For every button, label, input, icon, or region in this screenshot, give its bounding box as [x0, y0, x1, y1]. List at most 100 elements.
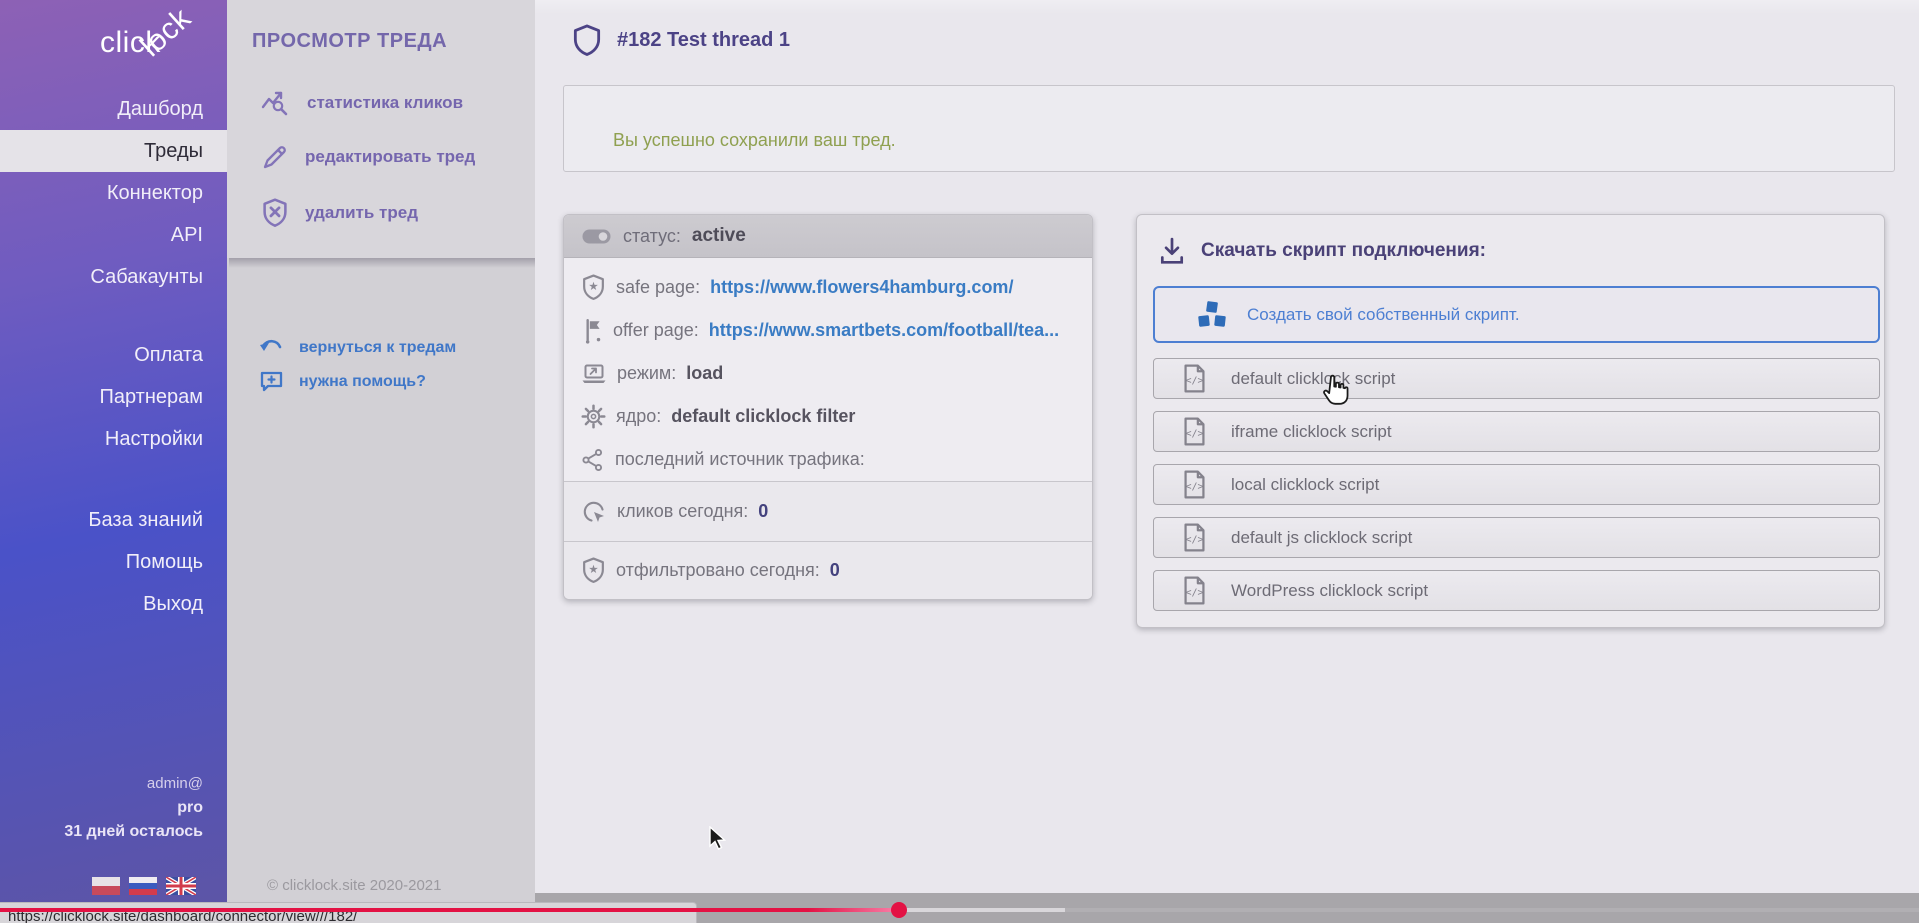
- code-file-icon: </>: [1182, 523, 1207, 552]
- status-row-safe-page: ★ safe page: https://www.flowers4hamburg…: [564, 266, 1092, 309]
- toggle-icon[interactable]: [581, 228, 612, 245]
- success-alert: Вы успешно сохранили ваш тред.: [563, 85, 1895, 172]
- sidebar-item-knowledge-base[interactable]: База знаний: [0, 499, 227, 541]
- clicks-today-row: кликов сегодня: 0: [564, 481, 1092, 541]
- user-info: admin@ pro 31 дней осталось: [64, 772, 203, 844]
- filtered-today-row: ★ отфильтровано сегодня: 0: [564, 541, 1092, 599]
- svg-text:★: ★: [588, 564, 598, 576]
- shield-star-icon: ★: [581, 557, 606, 584]
- status-row-last-traffic-source: последний источник трафика:: [564, 438, 1092, 481]
- script-button-label: default clicklock script: [1231, 369, 1395, 389]
- page-title: #182 Test thread 1: [617, 29, 790, 52]
- counter-label: кликов сегодня:: [617, 501, 748, 522]
- shield-x-icon: [261, 198, 289, 228]
- code-file-icon: </>: [1182, 576, 1207, 605]
- svg-text:</>: </>: [1185, 535, 1203, 546]
- script-button-label: local clicklock script: [1231, 475, 1379, 495]
- menu-item-click-stats[interactable]: статистика кликов: [261, 88, 463, 118]
- laptop-arrow-icon: [581, 363, 607, 385]
- code-file-icon: </>: [1182, 364, 1207, 393]
- menu-item-edit-thread[interactable]: редактировать тред: [261, 142, 475, 172]
- sidebar-item-threads[interactable]: Треды: [0, 130, 227, 172]
- uk-flag[interactable]: [166, 877, 196, 895]
- script-button-label: WordPress clicklock script: [1231, 581, 1428, 601]
- code-file-icon: </>: [1182, 470, 1207, 499]
- video-progress-remaining[interactable]: [1065, 908, 1919, 912]
- sidebar-nav: Дашборд Треды Коннектор API Сабакаунты О…: [0, 88, 227, 625]
- status-value: active: [692, 225, 746, 247]
- main-content: #182 Test thread 1 Вы успешно сохранили …: [535, 0, 1919, 893]
- page-header: #182 Test thread 1: [573, 24, 790, 57]
- script-button-default[interactable]: </> default clicklock script: [1153, 358, 1880, 399]
- mode-value: load: [686, 363, 723, 384]
- sidebar-item-dashboard[interactable]: Дашборд: [0, 88, 227, 130]
- sidebar-item-help[interactable]: Помощь: [0, 541, 227, 583]
- menu-link-need-help[interactable]: нужна помощь?: [259, 369, 426, 395]
- script-button-default-js[interactable]: </> default js clicklock script: [1153, 517, 1880, 558]
- row-label: режим:: [617, 363, 676, 384]
- flag-icon: [581, 318, 603, 344]
- sidebar: click lock Дашборд Треды Коннектор API С…: [0, 0, 227, 908]
- svg-text:</>: </>: [1185, 429, 1203, 440]
- sidebar-item-payment[interactable]: Оплата: [0, 334, 227, 376]
- safe-page-link[interactable]: https://www.flowers4hamburg.com/: [710, 277, 1013, 298]
- thread-menu-panel: ПРОСМОТР ТРЕДА статистика кликов редакти…: [227, 0, 535, 908]
- code-file-icon: </>: [1182, 417, 1207, 446]
- clicks-today-value: 0: [758, 501, 768, 522]
- video-progress-played[interactable]: [0, 908, 898, 912]
- video-playhead-dot[interactable]: [891, 902, 907, 918]
- sidebar-item-partners[interactable]: Партнерам: [0, 376, 227, 418]
- sidebar-item-subaccounts[interactable]: Сабакаунты: [0, 256, 227, 298]
- success-alert-text: Вы успешно сохранили ваш тред.: [613, 130, 896, 151]
- row-label: offer page:: [613, 320, 699, 341]
- status-card-header: статус: active: [564, 215, 1092, 258]
- counter-label: отфильтровано сегодня:: [616, 560, 820, 581]
- menu-item-label: удалить тред: [305, 203, 418, 223]
- gear-icon: [581, 404, 606, 429]
- core-value: default clicklock filter: [671, 406, 855, 427]
- user-plan: pro: [64, 796, 203, 820]
- svg-text:</>: </>: [1185, 588, 1203, 599]
- share-icon: [581, 448, 605, 472]
- script-button-wordpress[interactable]: </> WordPress clicklock script: [1153, 570, 1880, 611]
- status-row-offer-page: offer page: https://www.smartbets.com/fo…: [564, 309, 1092, 352]
- stats-search-icon: [261, 89, 291, 117]
- menu-section-shadow: [229, 258, 535, 268]
- svg-text:</>: </>: [1185, 482, 1203, 493]
- create-own-script-label: Создать свой собственный скрипт.: [1247, 305, 1520, 325]
- poland-flag[interactable]: [92, 877, 120, 895]
- menu-item-label: редактировать тред: [305, 147, 475, 167]
- undo-icon: [259, 337, 285, 359]
- sidebar-item-logout[interactable]: Выход: [0, 583, 227, 625]
- create-own-script-button[interactable]: Создать свой собственный скрипт.: [1153, 286, 1880, 343]
- script-button-iframe[interactable]: </> iframe clicklock script: [1153, 411, 1880, 452]
- script-button-local[interactable]: </> local clicklock script: [1153, 464, 1880, 505]
- filtered-today-value: 0: [830, 560, 840, 581]
- shield-star-icon: ★: [581, 274, 606, 301]
- user-days-left: 31 дней осталось: [64, 820, 203, 844]
- offer-page-link[interactable]: https://www.smartbets.com/football/tea..…: [709, 320, 1059, 341]
- status-label: статус:: [623, 226, 681, 247]
- pencil-icon: [261, 143, 289, 171]
- row-label: safe page:: [616, 277, 700, 298]
- video-progress-buffered[interactable]: [898, 908, 1065, 912]
- status-row-mode: режим: load: [564, 352, 1092, 395]
- sidebar-item-connector[interactable]: Коннектор: [0, 172, 227, 214]
- script-button-label: iframe clicklock script: [1231, 422, 1392, 442]
- svg-text:</>: </>: [1185, 376, 1203, 387]
- language-switcher: [92, 877, 196, 895]
- browser-status-url-tooltip: https://clicklock.site/dashboard/connect…: [0, 902, 697, 923]
- sidebar-item-settings[interactable]: Настройки: [0, 418, 227, 460]
- sidebar-item-api[interactable]: API: [0, 214, 227, 256]
- menu-item-delete-thread[interactable]: удалить тред: [261, 198, 418, 228]
- script-button-label: default js clicklock script: [1231, 528, 1412, 548]
- menu-link-label: вернуться к тредам: [299, 339, 456, 357]
- menu-link-back-to-threads[interactable]: вернуться к тредам: [259, 335, 456, 361]
- russia-flag[interactable]: [129, 877, 157, 895]
- clicklock-logo[interactable]: click lock: [0, 0, 227, 88]
- download-script-card: Скачать скрипт подключения: Создать свой…: [1136, 214, 1885, 628]
- row-label: ядро:: [616, 406, 661, 427]
- download-card-header: Скачать скрипт подключения:: [1159, 237, 1486, 265]
- thread-status-card: статус: active ★ safe page: https://www.…: [563, 214, 1093, 600]
- menu-title: ПРОСМОТР ТРЕДА: [252, 30, 447, 53]
